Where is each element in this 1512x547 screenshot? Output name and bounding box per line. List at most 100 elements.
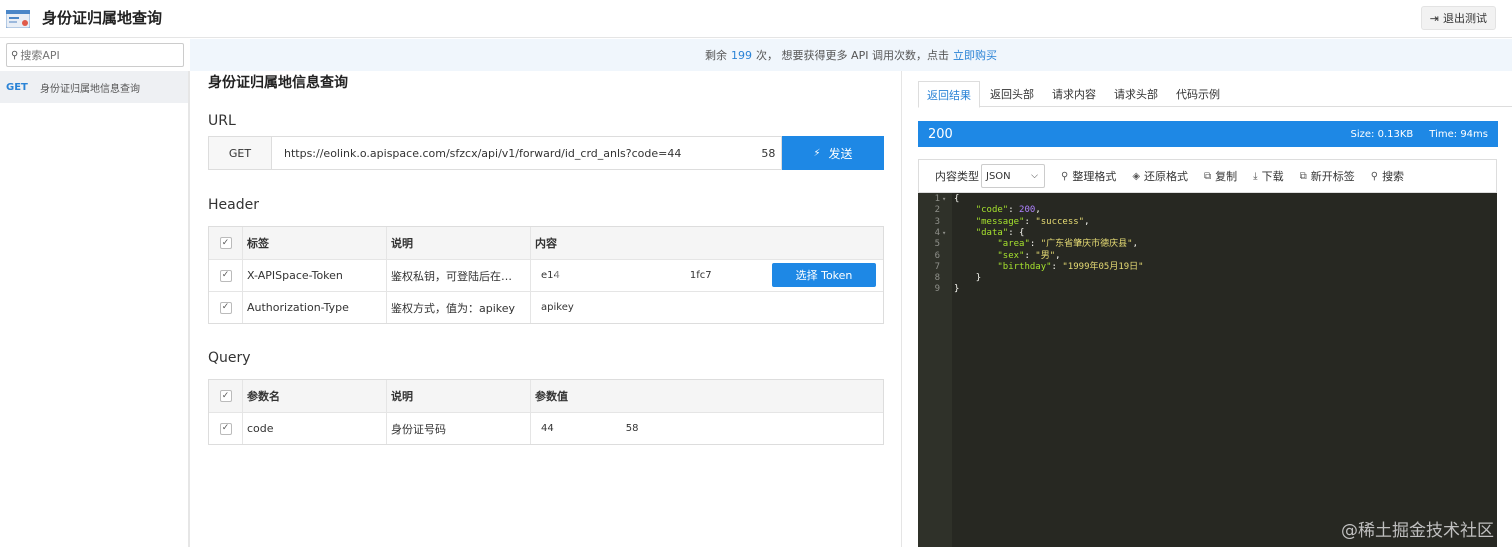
header-value-cell[interactable]: e14 1fc7 选择 Token bbox=[530, 260, 883, 291]
restore-format-button[interactable]: ◈ 还原格式 bbox=[1132, 168, 1188, 184]
search-button[interactable]: ⚲ 搜索 bbox=[1371, 168, 1404, 184]
redacted-region bbox=[555, 267, 685, 285]
json-editor[interactable]: 1 ▾{ 2 "code": 200, 3 "message": "success… bbox=[918, 193, 1497, 547]
restore-label: 还原格式 bbox=[1144, 170, 1189, 183]
send-label: 发送 bbox=[828, 146, 853, 161]
copy-label: 复制 bbox=[1215, 170, 1238, 183]
param-name[interactable]: code bbox=[242, 413, 386, 444]
choose-token-button[interactable]: 选择 Token bbox=[772, 263, 876, 287]
send-button[interactable]: ⚡ 发送 bbox=[782, 136, 884, 170]
select-all-cell: ✓ bbox=[209, 380, 242, 412]
row-checkbox[interactable]: ✓ bbox=[219, 422, 232, 435]
response-time: Time: 94ms bbox=[1429, 128, 1488, 140]
content-type-select[interactable]: JSON ⌵ bbox=[981, 164, 1045, 188]
header-desc: 鉴权方式，值为：apikey bbox=[386, 292, 530, 323]
watermark: @稀土掘金技术社区 bbox=[1341, 521, 1494, 541]
search-label: 搜索 bbox=[1382, 170, 1405, 183]
column-header: 参数值 bbox=[530, 380, 883, 412]
status-bar: 200 Size: 0.13KB Time: 94ms bbox=[918, 121, 1498, 147]
row-checkbox[interactable]: ✓ bbox=[219, 269, 232, 282]
tab-response-headers[interactable]: 返回头部 bbox=[982, 81, 1042, 107]
response-panel: 返回结果 返回头部 请求内容 请求头部 代码示例 200 Size: 0.13K… bbox=[901, 71, 1512, 547]
status-meta: Size: 0.13KB Time: 94ms bbox=[1351, 129, 1488, 140]
quota-notice: 剩余 199 次， 想要获得更多 API 调用次数，点击 立即购买 bbox=[190, 39, 1512, 71]
new-tab-label: 新开标签 bbox=[1310, 170, 1355, 183]
column-header: 说明 bbox=[386, 227, 530, 259]
app-logo-icon bbox=[6, 10, 30, 28]
send-icon: ⚡ bbox=[813, 147, 821, 159]
redacted-region bbox=[682, 145, 760, 163]
format-button[interactable]: ⚲ 整理格式 bbox=[1061, 168, 1116, 184]
search-icon: ⚲ bbox=[11, 49, 19, 61]
row-checkbox-cell: ✓ bbox=[209, 413, 242, 444]
table-row: ✓ code 身份证号码 44 58 bbox=[209, 412, 883, 444]
url-section-label: URL bbox=[208, 113, 236, 129]
buy-now-link[interactable]: 立即购买 bbox=[953, 47, 997, 63]
exit-icon: ⇥ bbox=[1429, 11, 1439, 25]
sidebar-item-method: GET bbox=[6, 81, 28, 93]
select-all-checkbox[interactable]: ✓ bbox=[219, 390, 232, 402]
chevron-down-icon: ⌵ bbox=[1031, 171, 1038, 181]
param-value-head: 44 bbox=[541, 423, 554, 434]
table-header-row: ✓ 参数名 说明 参数值 bbox=[209, 380, 883, 412]
query-section-label: Query bbox=[208, 350, 251, 366]
redacted-region bbox=[555, 420, 625, 438]
tab-response-body[interactable]: 返回结果 bbox=[918, 81, 980, 108]
magic-wand-icon: ⚲ bbox=[1061, 170, 1069, 182]
param-value-tail: 58 bbox=[625, 423, 639, 434]
header-key[interactable]: Authorization-Type bbox=[242, 292, 386, 323]
download-icon: ⤓ bbox=[1253, 170, 1258, 182]
search-icon: ⚲ bbox=[1370, 170, 1379, 182]
select-all-cell: ✓ bbox=[209, 227, 242, 259]
download-label: 下载 bbox=[1261, 170, 1284, 183]
notice-mid: 次， 想要获得更多 API 调用次数，点击 bbox=[756, 49, 949, 62]
url-row: GET https://eolink.o.apispace.com/sfzcx/… bbox=[208, 136, 884, 170]
url-text: https://eolink.o.apispace.com/sfzcx/api/… bbox=[284, 146, 682, 160]
header-value: apikey bbox=[541, 302, 574, 313]
row-checkbox-cell: ✓ bbox=[209, 260, 242, 291]
search-box[interactable]: ⚲ bbox=[6, 43, 184, 67]
sidebar-item-label: 身份证归属地信息查询 bbox=[40, 83, 140, 95]
header-key[interactable]: X-APISpace-Token bbox=[242, 260, 386, 291]
download-button[interactable]: ⤓ 下载 bbox=[1253, 168, 1283, 184]
response-toolbar: 内容类型 JSON ⌵ ⚲ 整理格式 ◈ 还原格式 ⧉ 复制 ⤓ 下载 ⧉ 新开标签 ⚲ 搜… bbox=[918, 159, 1497, 193]
param-value-cell[interactable]: 44 58 bbox=[530, 413, 883, 444]
table-row: ✓ Authorization-Type 鉴权方式，值为：apikey apik… bbox=[209, 291, 883, 323]
column-header: 参数名 bbox=[242, 380, 386, 412]
exit-test-label: 退出测试 bbox=[1443, 12, 1487, 25]
remaining-count: 199 bbox=[731, 48, 753, 62]
http-method[interactable]: GET bbox=[208, 136, 272, 170]
column-header: 标签 bbox=[242, 227, 386, 259]
column-header: 内容 bbox=[530, 227, 883, 259]
status-code: 200 bbox=[928, 126, 953, 142]
url-input[interactable]: https://eolink.o.apispace.com/sfzcx/api/… bbox=[272, 136, 782, 170]
open-new-tab-button[interactable]: ⧉ 新开标签 bbox=[1300, 168, 1355, 184]
format-label: 整理格式 bbox=[1072, 170, 1117, 183]
tab-request-headers[interactable]: 请求头部 bbox=[1106, 81, 1166, 107]
content-type-label: 内容类型 bbox=[935, 170, 979, 183]
header-value-cell[interactable]: apikey bbox=[530, 292, 883, 323]
table-row: ✓ X-APISpace-Token 鉴权私钥，可登陆后在… e14 1fc7 … bbox=[209, 259, 883, 291]
page-title: 身份证归属地信息查询 bbox=[208, 75, 348, 91]
cube-icon: ◈ bbox=[1132, 170, 1141, 182]
search-input[interactable] bbox=[20, 48, 171, 62]
content-type-value: JSON bbox=[986, 170, 1011, 182]
top-bar: 身份证归属地查询 ⇥ 退出测试 bbox=[0, 0, 1512, 38]
header-value-tail: 1fc7 bbox=[689, 270, 712, 281]
sidebar-item-api[interactable]: GET 身份证归属地信息查询 bbox=[0, 71, 188, 103]
tab-request-body[interactable]: 请求内容 bbox=[1044, 81, 1104, 107]
sidebar: GET 身份证归属地信息查询 bbox=[0, 71, 190, 547]
notice-prefix: 剩余 bbox=[705, 49, 728, 62]
app-title: 身份证归属地查询 bbox=[42, 9, 163, 27]
query-table: ✓ 参数名 说明 参数值 ✓ code 身份证号码 44 58 bbox=[208, 379, 884, 445]
header-section-label: Header bbox=[208, 197, 259, 213]
response-size: Size: 0.13KB bbox=[1350, 128, 1414, 140]
row-checkbox[interactable]: ✓ bbox=[219, 301, 232, 314]
select-all-checkbox[interactable]: ✓ bbox=[219, 237, 232, 249]
param-desc: 身份证号码 bbox=[386, 413, 530, 444]
column-header: 说明 bbox=[386, 380, 530, 412]
copy-button[interactable]: ⧉ 复制 bbox=[1204, 168, 1237, 184]
row-checkbox-cell: ✓ bbox=[209, 292, 242, 323]
tab-code-sample[interactable]: 代码示例 bbox=[1168, 81, 1228, 107]
exit-test-button[interactable]: ⇥ 退出测试 bbox=[1420, 6, 1496, 30]
